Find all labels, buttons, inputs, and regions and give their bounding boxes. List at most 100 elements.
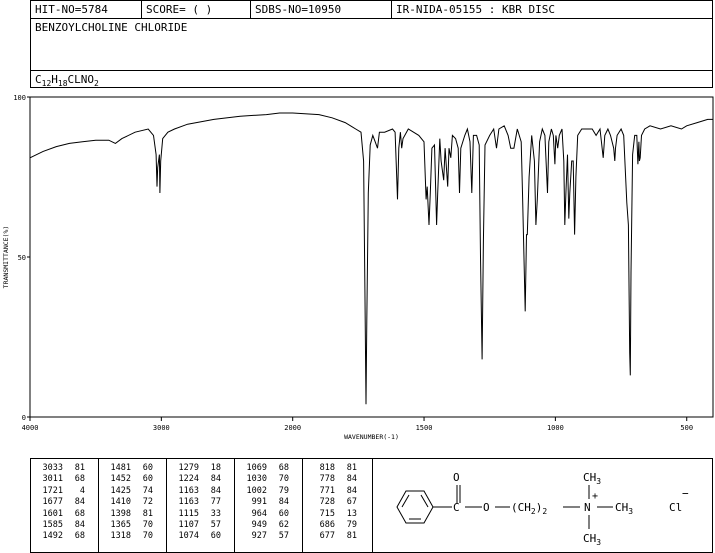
structure-panel: C O O (CH2)2 N + CH3 CH3 CH3 Cl − (372, 458, 713, 553)
peak-transmittance: 13 (346, 508, 357, 519)
peak-transmittance: 57 (210, 520, 221, 531)
peak-wavenumber: 677 (319, 531, 335, 542)
peak-wavenumber: 1074 (178, 531, 199, 542)
peak-row: 778 84 (307, 474, 357, 485)
peak-wavenumber: 991 (251, 497, 267, 508)
peak-wavenumber: 1677 (42, 497, 63, 508)
peak-column: 1279 18 1224 84 1163 84 1163 77 1115 33 1107 57 1074… (171, 463, 221, 543)
peak-transmittance: 74 (142, 485, 153, 496)
peak-transmittance: 60 (278, 508, 289, 519)
spectrum-line (29, 112, 713, 405)
carbonyl-oxygen: O (453, 471, 460, 484)
peak-wavenumber: 1452 (110, 474, 131, 485)
peak-transmittance: 4 (79, 485, 85, 496)
nitrogen-charge: + (592, 491, 598, 502)
plot-frame (29, 96, 714, 418)
peak-wavenumber: 1318 (110, 531, 131, 542)
peak-row: 1398 81 (103, 509, 153, 520)
peak-row: 1279 18 (171, 463, 221, 474)
peak-row: 3011 68 (35, 474, 85, 485)
peak-wavenumber: 1492 (42, 531, 63, 542)
peak-wavenumber: 1002 (246, 485, 267, 496)
chain-close: ) (536, 501, 543, 514)
peak-table: 3033 81 3011 68 1721 4 1677 84 1601 68 1585 84 1492 6… (30, 458, 373, 553)
peak-row: 1002 79 (239, 486, 289, 497)
peak-row: 927 57 (239, 531, 289, 542)
peak-transmittance: 57 (278, 531, 289, 542)
formula-rest: CLNO (67, 73, 95, 86)
peak-transmittance: 68 (278, 463, 289, 473)
peak-row: 1452 60 (103, 474, 153, 485)
peak-wavenumber: 1425 (110, 485, 131, 496)
peak-wavenumber: 771 (319, 485, 335, 496)
formula-c-count: 12 (41, 79, 52, 89)
peak-wavenumber: 1224 (178, 474, 199, 485)
peak-wavenumber: 3033 (42, 463, 63, 473)
peak-wavenumber: 1163 (178, 485, 199, 496)
peak-row: 686 79 (307, 520, 357, 531)
methyl-right-count: 3 (628, 507, 633, 516)
peak-row: 771 84 (307, 486, 357, 497)
x-axis-label: WAVENUMBER(-1) (344, 433, 399, 441)
peak-transmittance: 62 (278, 520, 289, 531)
peak-row: 1224 84 (171, 474, 221, 485)
peak-transmittance: 60 (142, 474, 153, 485)
compound-panel: BENZOYLCHOLINE CHLORIDE C12H18CLNO2 (30, 18, 713, 88)
header-bar: HIT-NO=5784 SCORE= ( ) SDBS-NO=10950 IR-… (30, 0, 713, 19)
peak-transmittance: 68 (74, 508, 85, 519)
peak-row: 715 13 (307, 509, 357, 520)
ester-oxygen: O (483, 501, 490, 514)
peak-table-divider (166, 459, 167, 552)
score: SCORE= ( ) (146, 3, 213, 16)
peak-transmittance: 72 (142, 497, 153, 508)
peak-column: 1069 68 1030 70 1002 79 991 84 964 60 949 62 927 57 (239, 463, 289, 543)
x-tick-label: 4000 (22, 424, 39, 432)
peak-wavenumber: 1721 (42, 485, 63, 496)
sdbs-number: SDBS-NO=10950 (255, 3, 342, 16)
peak-transmittance: 84 (74, 497, 85, 508)
peak-wavenumber: 778 (319, 474, 335, 485)
x-tick-label: 3000 (153, 424, 170, 432)
chain-open: (CH (511, 501, 531, 514)
peak-transmittance: 81 (346, 463, 357, 473)
peak-row: 1365 70 (103, 520, 153, 531)
peak-wavenumber: 728 (319, 497, 335, 508)
peak-transmittance: 18 (210, 463, 221, 473)
peak-transmittance: 84 (278, 497, 289, 508)
formula-o-count: 2 (94, 79, 99, 89)
peak-wavenumber: 1601 (42, 508, 63, 519)
peak-table-divider (302, 459, 303, 552)
methyl-right: CH3 (615, 501, 633, 516)
peak-row: 1601 68 (35, 509, 85, 520)
peak-wavenumber: 1115 (178, 508, 199, 519)
peak-transmittance: 60 (142, 463, 153, 473)
peak-row: 1677 84 (35, 497, 85, 508)
peak-wavenumber: 1163 (178, 497, 199, 508)
formula-divider (31, 70, 712, 71)
methyl-top-ch: CH (583, 471, 596, 484)
y-tick-label: 50 (18, 254, 26, 262)
peak-wavenumber: 3011 (42, 474, 63, 485)
peak-wavenumber: 1410 (110, 497, 131, 508)
peak-table-divider (98, 459, 99, 552)
peak-wavenumber: 1585 (42, 520, 63, 531)
peak-transmittance: 84 (346, 474, 357, 485)
formula-h: H (51, 73, 58, 86)
peak-wavenumber: 949 (251, 520, 267, 531)
x-tick-label: 2000 (284, 424, 301, 432)
peak-wavenumber: 1279 (178, 463, 199, 473)
carbonyl-carbon: C (453, 501, 460, 514)
peak-row: 3033 81 (35, 463, 85, 474)
peak-row: 728 67 (307, 497, 357, 508)
peak-row: 964 60 (239, 509, 289, 520)
peak-row: 1069 68 (239, 463, 289, 474)
peak-transmittance: 84 (74, 520, 85, 531)
peak-transmittance: 84 (210, 485, 221, 496)
y-tick-label: 0 (22, 414, 26, 422)
peak-transmittance: 77 (210, 497, 221, 508)
peak-row: 1030 70 (239, 474, 289, 485)
methyl-right-ch: CH (615, 501, 628, 514)
peak-wavenumber: 1365 (110, 520, 131, 531)
peak-wavenumber: 818 (319, 463, 335, 473)
peak-row: 1721 4 (35, 486, 85, 497)
